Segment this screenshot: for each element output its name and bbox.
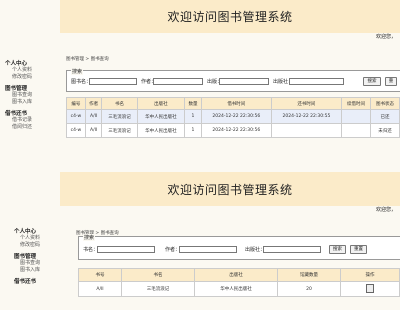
- sidebar-item-book-search[interactable]: 图书查询: [0, 92, 60, 99]
- cell-publisher: 华中人民出版社: [194, 281, 278, 297]
- col-action: 操作: [340, 268, 400, 282]
- col-renew-time: 续借时间: [340, 97, 371, 110]
- welcome-text: 欢迎您，: [375, 207, 396, 213]
- field-label-author: 作者：: [165, 247, 181, 253]
- search-panel: 搜索 图书名： 作者： 出版： 出版社： 搜索 重: [66, 68, 400, 92]
- reset-button[interactable]: 重: [385, 77, 397, 86]
- cell-count: 1: [184, 109, 202, 124]
- cell-renew-time: [340, 123, 371, 138]
- cell-publisher: 华中人民出版社: [136, 109, 186, 124]
- search-legend: 搜索: [71, 68, 84, 75]
- col-title: 书名: [101, 97, 138, 110]
- sidebar: 个人中心 个人资料 修改密码 图书管理 图书查询 图书入库 借书还书: [0, 224, 60, 285]
- author-input[interactable]: [179, 246, 237, 253]
- cell-count: 1: [184, 123, 202, 138]
- col-publisher: 出版社: [194, 268, 278, 282]
- cell-borrow-time: 2024-12-22 22:30:56: [200, 123, 272, 138]
- cell-borrow-time: 2024-12-22 22:30:56: [200, 109, 272, 124]
- search-button[interactable]: 搜索: [329, 245, 346, 254]
- sidebar-section-borrow: 借书还书: [5, 111, 28, 117]
- col-borrow-time: 借书时间: [200, 97, 272, 110]
- title-input[interactable]: [89, 78, 137, 85]
- col-stock: 馆藏数量: [277, 268, 341, 282]
- field-label-title: 书名：: [83, 247, 99, 253]
- table-header-row: 编号 作者 书名 出版社 数量 借书时间 还书时间 续借时间 图书状态: [66, 97, 400, 110]
- table-header-row: 书号 书名 出版社 馆藏数量 操作: [78, 268, 400, 282]
- cell-title: 三毛流浪记: [121, 281, 195, 297]
- sidebar-item-book-import[interactable]: 图书入库: [0, 99, 60, 106]
- search-panel: 搜索 书名： 作者： 出版社： 搜索 重置: [78, 234, 400, 260]
- publisher-input[interactable]: [263, 246, 321, 253]
- field-label-title: 图书名：: [71, 79, 92, 85]
- search-button[interactable]: 搜索: [363, 77, 381, 86]
- col-id: 编号: [66, 97, 86, 110]
- col-publisher: 出版社: [136, 97, 186, 110]
- col-return-time: 还书时间: [270, 97, 342, 110]
- cell-title: 三毛流浪记: [101, 123, 138, 138]
- cell-id: c4-w: [66, 109, 86, 124]
- sidebar-item-profile[interactable]: 个人资料: [0, 67, 60, 74]
- cell-id: c4-w: [66, 123, 86, 138]
- sidebar-section-personal: 个人中心: [5, 61, 28, 67]
- cell-author: A/II: [84, 109, 103, 124]
- sidebar-section-personal: 个人中心: [14, 229, 37, 235]
- cell-renew-time: [340, 109, 371, 124]
- cell-action: [340, 281, 400, 297]
- sidebar-item-borrow-records[interactable]: 借书记录: [0, 117, 60, 124]
- sidebar-section-books: 图书管理: [14, 254, 37, 260]
- author-input[interactable]: [153, 78, 203, 85]
- status-badge: 未归还: [369, 123, 400, 138]
- col-status: 图书状态: [369, 97, 400, 110]
- col-book-no: 书号: [78, 268, 122, 282]
- table-row: c4-w A/II 三毛流浪记 华中人民出版社 1 2024-12-22 22:…: [66, 123, 400, 138]
- table-row: c4-w A/II 三毛流浪记 华中人民出版社 1 2024-12-22 22:…: [66, 109, 400, 124]
- breadcrumb: 图书管理 > 图书查询: [66, 57, 109, 62]
- col-count: 数量: [184, 97, 202, 110]
- reset-button[interactable]: 重置: [350, 245, 367, 254]
- cell-stock: 20: [277, 281, 341, 297]
- cell-return-time: 2024-12-22 22:30:55: [270, 109, 342, 124]
- screenshot-top: 欢迎访问图书管理系统 欢迎您， 个人中心 个人资料 修改密码 图书管理 图书查询…: [0, 0, 400, 168]
- sidebar-item-return[interactable]: 借阅归还: [0, 124, 60, 131]
- publish-input[interactable]: [219, 78, 269, 85]
- search-legend: 搜索: [83, 234, 96, 241]
- cell-return-time: [270, 123, 342, 138]
- sidebar-item-book-search[interactable]: 图书查询: [0, 260, 60, 267]
- cell-publisher: 华中人民出版社: [136, 123, 186, 138]
- page-header: 欢迎访问图书管理系统: [60, 172, 400, 206]
- field-label-publisher: 出版社：: [245, 247, 266, 253]
- status-badge: 已还: [369, 109, 400, 124]
- borrow-action-button[interactable]: [366, 283, 374, 293]
- col-author: 作者: [84, 97, 103, 110]
- page-title: 欢迎访问图书管理系统: [167, 10, 293, 24]
- publisher-input[interactable]: [289, 78, 344, 85]
- screenshot-bottom: 欢迎访问图书管理系统 欢迎您， 个人中心 个人资料 修改密码 图书管理 图书查询…: [0, 172, 400, 310]
- sidebar: 个人中心 个人资料 修改密码 图书管理 图书查询 图书入库 借书还书 借书记录 …: [0, 56, 60, 131]
- sidebar-section-books: 图书管理: [5, 86, 28, 92]
- sidebar-item-book-import[interactable]: 图书入库: [0, 267, 60, 274]
- cell-author: A/II: [84, 123, 103, 138]
- page-title: 欢迎访问图书管理系统: [167, 182, 293, 197]
- title-input[interactable]: [97, 246, 155, 253]
- sidebar-item-profile[interactable]: 个人资料: [0, 235, 60, 242]
- page-header: 欢迎访问图书管理系统: [60, 0, 400, 33]
- borrow-table: 编号 作者 书名 出版社 数量 借书时间 还书时间 续借时间 图书状态 c4-w…: [66, 97, 400, 138]
- sidebar-section-borrow: 借书还书: [14, 279, 37, 285]
- welcome-text: 欢迎您，: [375, 34, 396, 40]
- cell-book-no: A/II: [78, 281, 122, 297]
- table-row: A/II 三毛流浪记 华中人民出版社 20: [78, 281, 400, 297]
- sidebar-item-change-password[interactable]: 修改密码: [0, 74, 60, 81]
- cell-title: 三毛流浪记: [101, 109, 138, 124]
- col-title: 书名: [121, 268, 195, 282]
- book-table: 书号 书名 出版社 馆藏数量 操作 A/II 三毛流浪记 华中人民出版社 20: [78, 268, 400, 297]
- sidebar-item-change-password[interactable]: 修改密码: [0, 242, 60, 249]
